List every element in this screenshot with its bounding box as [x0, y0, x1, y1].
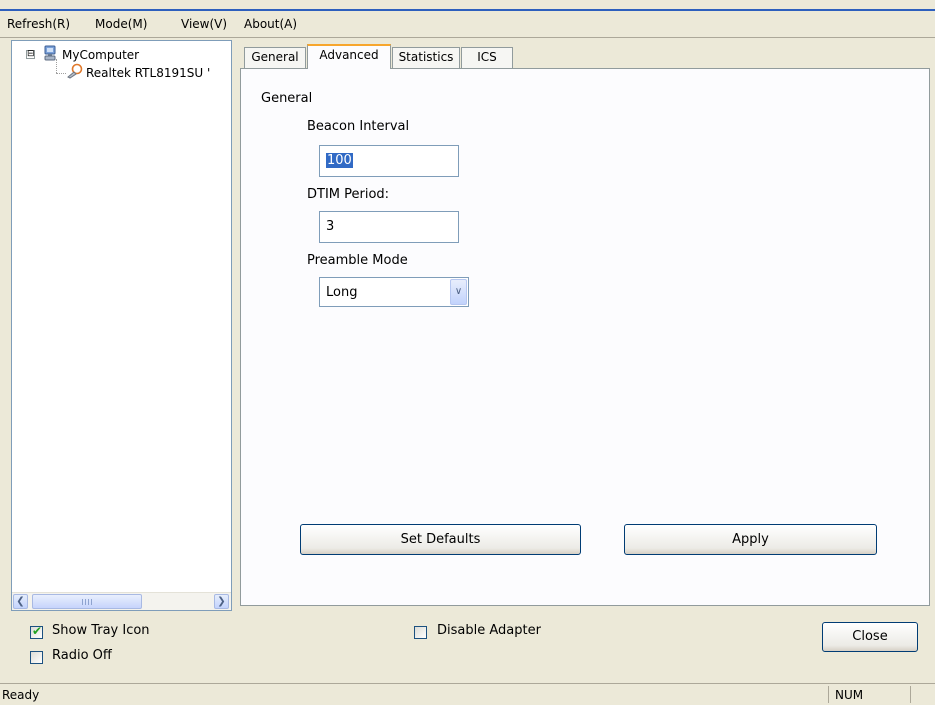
disable-adapter-checkbox[interactable] — [414, 626, 427, 639]
tab-advanced[interactable]: Advanced — [307, 44, 391, 69]
close-button[interactable]: Close — [822, 622, 918, 652]
radio-off-label[interactable]: Radio Off — [52, 648, 112, 663]
radio-off-checkbox[interactable] — [30, 651, 43, 664]
set-defaults-button[interactable]: Set Defaults — [300, 524, 581, 555]
main-window: Refresh(R) Mode(M) View(V) About(A) ⊟ My… — [0, 0, 935, 705]
tree-node-label: Realtek RTL8191SU ' — [86, 65, 211, 80]
dtim-period-input[interactable]: 3 — [319, 211, 459, 243]
scrollbar-thumb[interactable] — [32, 594, 142, 609]
menu-refresh[interactable]: Refresh(R) — [7, 17, 70, 31]
scroll-left-icon[interactable]: ❮ — [13, 594, 28, 609]
wireless-adapter-icon — [66, 63, 84, 82]
menu-mode[interactable]: Mode(M) — [95, 17, 147, 31]
computer-icon — [43, 45, 57, 64]
chevron-down-icon[interactable]: ∨ — [450, 279, 467, 305]
resize-grip-icon[interactable] — [910, 686, 934, 703]
collapse-icon[interactable]: ⊟ — [26, 50, 35, 59]
apply-button[interactable]: Apply — [624, 524, 877, 555]
tree-connector — [56, 73, 66, 74]
status-text: Ready — [2, 688, 40, 702]
dtim-period-label: DTIM Period: — [307, 187, 390, 202]
tree-node-mycomputer[interactable]: ⊟ MyComputer — [26, 45, 139, 64]
device-tree[interactable]: ⊟ MyComputer Realtek RTL8191SU ' ❮ ❯ — [11, 40, 232, 611]
tree-node-label: MyComputer — [62, 47, 140, 62]
menu-about[interactable]: About(A) — [244, 17, 297, 31]
preamble-mode-value: Long — [326, 285, 358, 300]
tab-ics[interactable]: ICS — [461, 47, 513, 68]
tab-strip: General Advanced Statistics ICS — [240, 44, 930, 69]
dtim-period-value: 3 — [326, 219, 335, 234]
beacon-interval-label: Beacon Interval — [307, 119, 410, 134]
beacon-interval-input[interactable]: 100 — [319, 145, 459, 177]
tab-statistics[interactable]: Statistics — [392, 47, 460, 68]
status-bar: Ready NUM — [0, 683, 935, 705]
tab-general[interactable]: General — [244, 47, 306, 68]
preamble-mode-label: Preamble Mode — [307, 253, 408, 268]
tree-node-adapter[interactable]: Realtek RTL8191SU ' — [66, 63, 210, 82]
disable-adapter-label[interactable]: Disable Adapter — [437, 623, 541, 638]
tree-connector — [56, 59, 57, 73]
show-tray-icon-checkbox[interactable]: ✔ — [30, 624, 43, 639]
show-tray-icon-label[interactable]: Show Tray Icon — [52, 623, 150, 638]
grip-icon — [82, 599, 92, 605]
num-lock-indicator: NUM — [828, 686, 908, 703]
preamble-mode-select[interactable]: Long ∨ — [319, 277, 469, 307]
menu-view[interactable]: View(V) — [181, 17, 227, 31]
scroll-right-icon[interactable]: ❯ — [214, 594, 229, 609]
group-general-label: General — [261, 91, 313, 106]
menu-bar: Refresh(R) Mode(M) View(V) About(A) — [0, 9, 935, 38]
advanced-tab-panel: General Beacon Interval 100 DTIM Period:… — [240, 68, 930, 606]
beacon-interval-value: 100 — [326, 153, 353, 168]
tree-horizontal-scrollbar[interactable]: ❮ ❯ — [12, 592, 231, 610]
menu-divider — [0, 37, 935, 38]
checkmark-icon: ✔ — [32, 624, 43, 638]
